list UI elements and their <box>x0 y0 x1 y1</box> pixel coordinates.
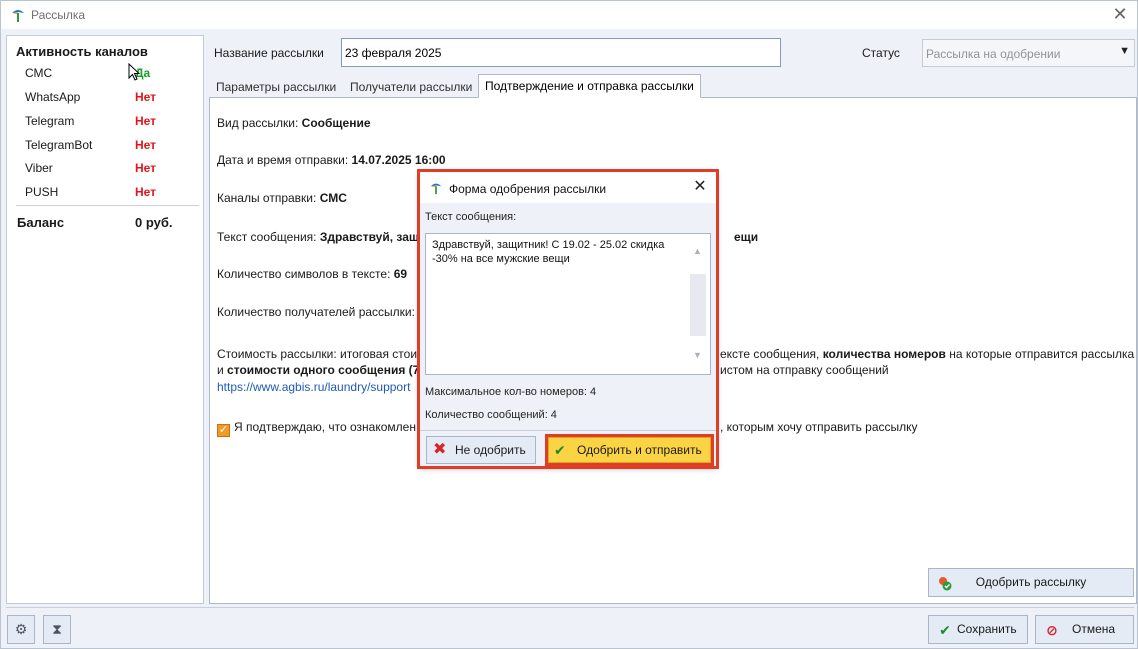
approve-icon <box>939 577 952 591</box>
checkmark-icon: ✔ <box>939 622 951 638</box>
cancel-label: Отмена <box>1072 622 1116 636</box>
send-datetime-value: 14.07.2025 16:00 <box>351 153 446 167</box>
settings-button[interactable]: ⚙ <box>7 615 35 644</box>
divider <box>6 607 1134 608</box>
approve-mailing-button[interactable]: Одобрить рассылку <box>928 568 1134 597</box>
message-text-label: Текст сообщения: <box>217 230 317 244</box>
cost-text: Стоимость рассылки: итоговая стои <box>217 347 418 361</box>
channel-status: Нет <box>135 114 157 128</box>
save-button[interactable]: ✔ Сохранить <box>928 615 1028 644</box>
channel-row: Telegram Нет <box>25 112 195 132</box>
confirm-checkbox-label-tail: , которым хочу отправить рассылку <box>720 420 918 434</box>
cost-text-bold: количества номеров <box>822 347 946 361</box>
app-logo-icon <box>12 10 24 22</box>
char-count-label: Количество символов в тексте: <box>217 267 391 281</box>
dialog-highlight-frame <box>417 169 719 469</box>
channel-name: PUSH <box>25 185 59 199</box>
mouse-cursor-icon <box>128 63 141 81</box>
char-count-value: 69 <box>393 267 408 281</box>
gears-icon: ⚙ <box>14 621 28 637</box>
hourglass-icon: ⧗ <box>52 621 62 637</box>
send-datetime: Дата и время отправки: 14.07.2025 16:00 <box>217 153 446 167</box>
cancel-icon: ⊘ <box>1046 622 1058 638</box>
channel-name: TelegramBot <box>25 138 93 152</box>
channel-status: Нет <box>135 161 157 175</box>
send-channels-label: Каналы отправки: <box>217 191 317 205</box>
history-button[interactable]: ⧗ <box>43 615 71 644</box>
confirm-checkbox-tail: , которым хочу отправить рассылку <box>720 420 918 434</box>
cost-line-1: Стоимость рассылки: итоговая стои <box>217 347 417 361</box>
channel-name: Viber <box>25 161 53 175</box>
recipient-count: Количество получателей рассылки: <box>217 305 415 319</box>
confirm-checkbox[interactable]: ✓ <box>217 424 230 437</box>
send-channels-value: СМС <box>319 191 347 205</box>
channel-name: WhatsApp <box>25 90 81 104</box>
char-count: Количество символов в тексте: 69 <box>217 267 407 281</box>
support-link[interactable]: https://www.agbis.ru/laundry/support <box>217 380 410 394</box>
divider <box>16 205 199 206</box>
chevron-down-icon: ▼ <box>1119 45 1130 57</box>
status-select[interactable]: Рассылка на одобрении ▼ <box>922 39 1135 67</box>
cost-line-1-tail: ексте сообщения, количества номеров на к… <box>720 347 1134 361</box>
message-text-value-tail: ещи <box>734 230 759 244</box>
channels-panel: Активность каналов СМС Да WhatsApp Нет T… <box>6 35 204 604</box>
balance-value: 0 руб. <box>135 215 173 230</box>
mailing-type: Вид рассылки: Сообщение <box>217 116 371 130</box>
confirm-checkbox-label: Я подтверждаю, что ознакомлен <box>234 420 416 434</box>
message-text: Текст сообщения: Здравствуй, защи <box>217 230 426 244</box>
message-text-tail: ещи <box>734 230 758 244</box>
window-close-icon[interactable]: ✕ <box>1109 3 1131 25</box>
balance-label: Баланс <box>17 215 65 230</box>
channel-row: TelegramBot Нет <box>25 136 195 156</box>
mailing-name-label: Название рассылки <box>214 46 324 60</box>
channel-row: СМС Да <box>25 64 195 84</box>
recipient-count-label: Количество получателей рассылки: <box>217 305 415 319</box>
cost-line-2: и стоимости одного сообщения (70 <box>217 363 426 377</box>
mailing-type-value: Сообщение <box>301 116 371 130</box>
channel-status: Нет <box>135 138 157 152</box>
cost-text: истом на отправку сообщений <box>720 363 889 377</box>
cancel-button[interactable]: ⊘ Отмена <box>1035 615 1134 644</box>
mailing-type-label: Вид рассылки: <box>217 116 299 130</box>
tab-parameters[interactable]: Параметры рассылки <box>209 75 343 97</box>
send-datetime-label: Дата и время отправки: <box>217 153 349 167</box>
cost-text: на которые отправится рассылка <box>949 347 1135 361</box>
channel-row: PUSH Нет <box>25 183 195 203</box>
send-channels: Каналы отправки: СМС <box>217 191 347 205</box>
mailing-name-input[interactable] <box>341 38 781 67</box>
cost-text: ексте сообщения, <box>720 347 820 361</box>
status-value: Рассылка на одобрении <box>926 47 1061 61</box>
channel-row: Viber Нет <box>25 159 195 179</box>
channel-status: Нет <box>135 185 157 199</box>
channel-row: WhatsApp Нет <box>25 88 195 108</box>
tab-confirmation[interactable]: Подтверждение и отправка рассылки <box>478 74 701 98</box>
cost-text: и <box>217 363 224 377</box>
save-label: Сохранить <box>957 622 1017 636</box>
confirm-checkbox-row: ✓ Я подтверждаю, что ознакомлен <box>217 420 416 437</box>
approve-mailing-label: Одобрить рассылку <box>975 575 1087 589</box>
title-bar: Рассылка ✕ <box>1 1 1137 29</box>
channel-name: Telegram <box>25 114 75 128</box>
message-text-value: Здравствуй, защи <box>319 230 427 244</box>
cost-text-bold: стоимости одного сообщения (70 <box>227 363 427 377</box>
channels-header: Активность каналов <box>16 44 148 59</box>
status-label: Статус <box>862 46 900 60</box>
window-title: Рассылка <box>31 8 86 22</box>
cost-line-2-tail: истом на отправку сообщений <box>720 363 889 377</box>
channel-name: СМС <box>25 66 53 80</box>
tab-recipients[interactable]: Получатели рассылки <box>343 75 479 97</box>
channel-status: Нет <box>135 90 157 104</box>
